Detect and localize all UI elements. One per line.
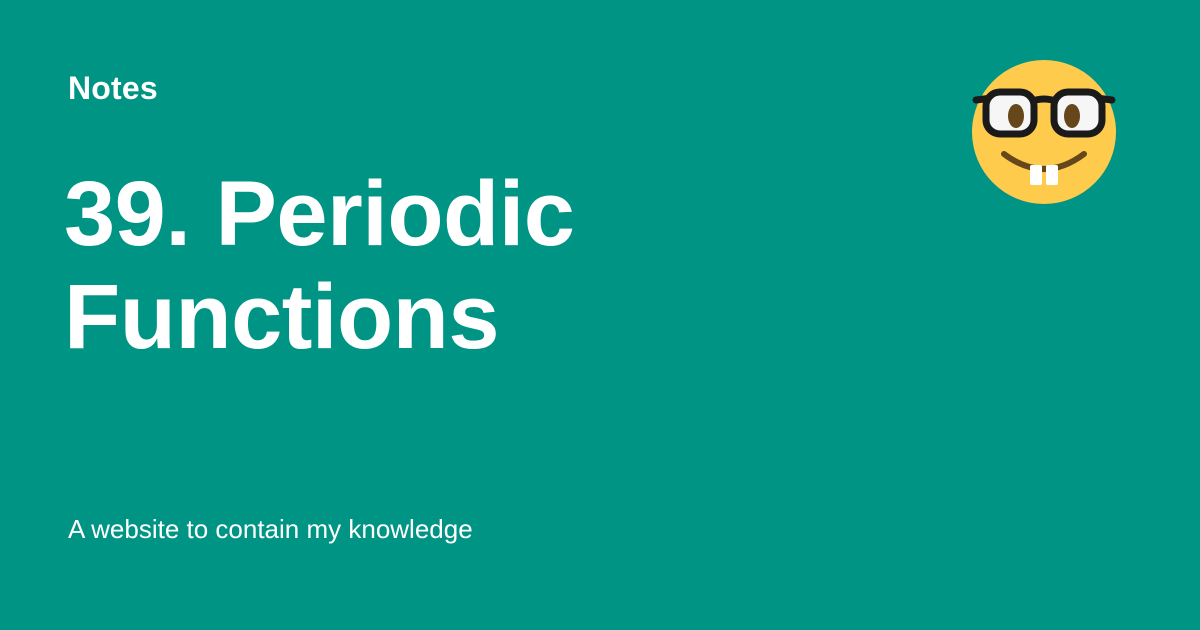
nerd-face-icon (972, 60, 1116, 204)
page-title: 39. Periodic Functions (64, 163, 575, 368)
site-logo (970, 58, 1118, 206)
social-card: Notes 39. Periodic Functions A website t… (0, 0, 1200, 630)
site-name: Notes (68, 70, 158, 106)
site-description: A website to contain my knowledge (68, 514, 473, 544)
